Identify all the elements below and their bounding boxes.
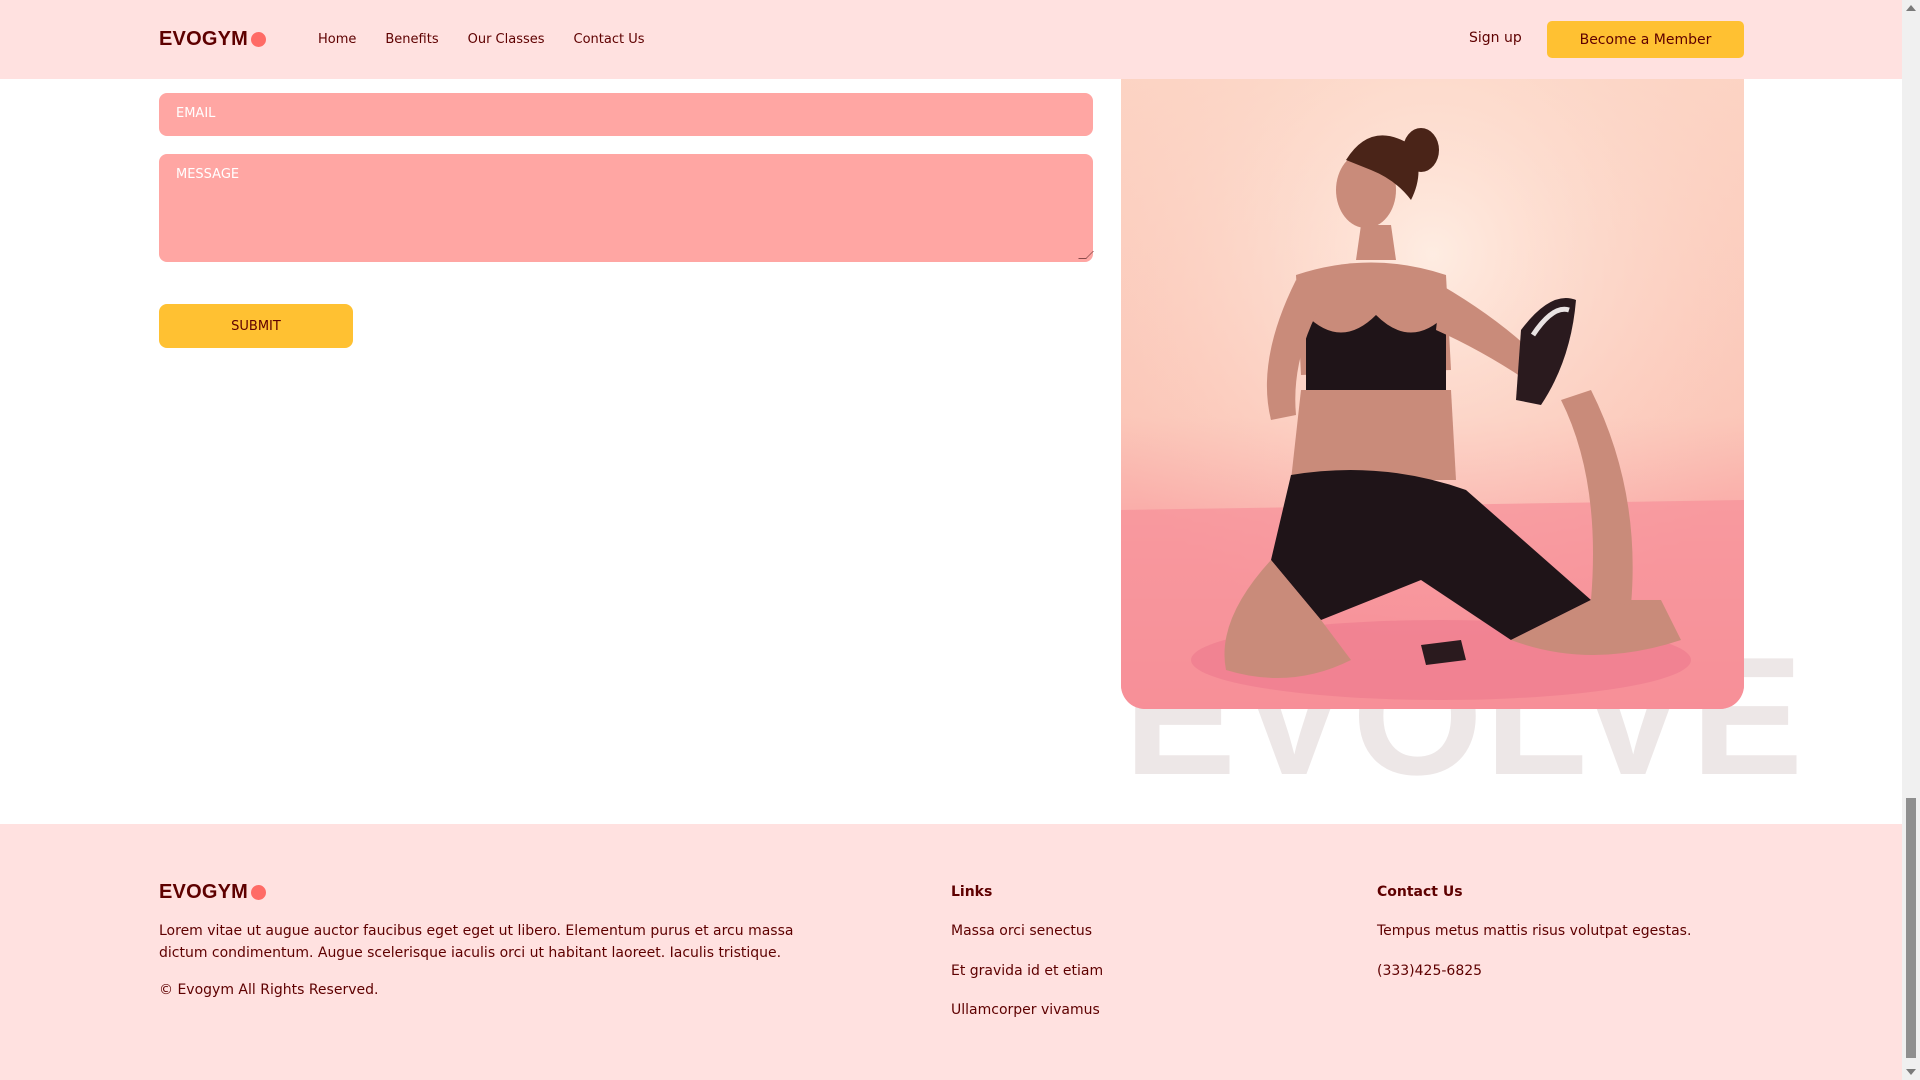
nav-link-our-classes[interactable]: Our Classes — [468, 32, 545, 47]
navbar-logo[interactable]: EVOGYM — [159, 28, 266, 51]
resize-handle-icon[interactable] — [1078, 251, 1094, 259]
footer-contact-text: Tempus metus mattis risus volutpat egest… — [1377, 923, 1692, 939]
footer-logo[interactable]: EVOGYM — [159, 881, 266, 904]
woman-stretching-illustration — [1121, 60, 1744, 709]
message-placeholder: MESSAGE — [176, 167, 240, 182]
email-input[interactable]: EMAIL — [159, 93, 1093, 136]
contact-hero-image — [1121, 60, 1744, 709]
nav-link-home[interactable]: Home — [318, 32, 356, 47]
footer-link-1[interactable]: Massa orci senectus — [951, 923, 1092, 939]
footer-logo-dot-icon — [251, 885, 266, 900]
scroll-thumb[interactable] — [1906, 798, 1916, 1058]
message-textarea[interactable]: MESSAGE — [159, 154, 1094, 262]
become-member-button[interactable]: Become a Member — [1547, 21, 1744, 58]
email-placeholder: EMAIL — [176, 106, 216, 121]
footer-contact-phone: (333)425-6825 — [1377, 963, 1483, 979]
page-scrollbar[interactable] — [1902, 0, 1920, 1080]
submit-button[interactable]: SUBMIT — [159, 304, 353, 348]
nav-link-contact-us[interactable]: Contact Us — [574, 32, 645, 47]
footer-copyright: © Evogym All Rights Reserved. — [159, 982, 379, 998]
scroll-up-arrow-icon[interactable] — [1906, 5, 1916, 11]
footer-links-heading: Links — [951, 884, 993, 900]
nav-links: Home Benefits Our Classes Contact Us — [318, 0, 645, 79]
footer: EVOGYM Lorem vitae ut augue auctor fauci… — [0, 824, 1902, 1080]
logo-text: EVOGYM — [159, 28, 248, 50]
nav-link-benefits[interactable]: Benefits — [385, 32, 438, 47]
sign-up-link[interactable]: Sign up — [1469, 30, 1522, 46]
footer-logo-text: EVOGYM — [159, 881, 248, 903]
scroll-down-arrow-icon[interactable] — [1906, 1069, 1916, 1075]
footer-link-2[interactable]: Et gravida id et etiam — [951, 963, 1103, 979]
logo-dot-icon — [251, 32, 266, 47]
footer-contact-heading: Contact Us — [1377, 884, 1463, 900]
footer-description: Lorem vitae ut augue auctor faucibus ege… — [159, 923, 794, 961]
navbar: EVOGYM Home Benefits Our Classes Contact… — [0, 0, 1902, 79]
footer-link-3[interactable]: Ullamcorper vivamus — [951, 1002, 1100, 1018]
